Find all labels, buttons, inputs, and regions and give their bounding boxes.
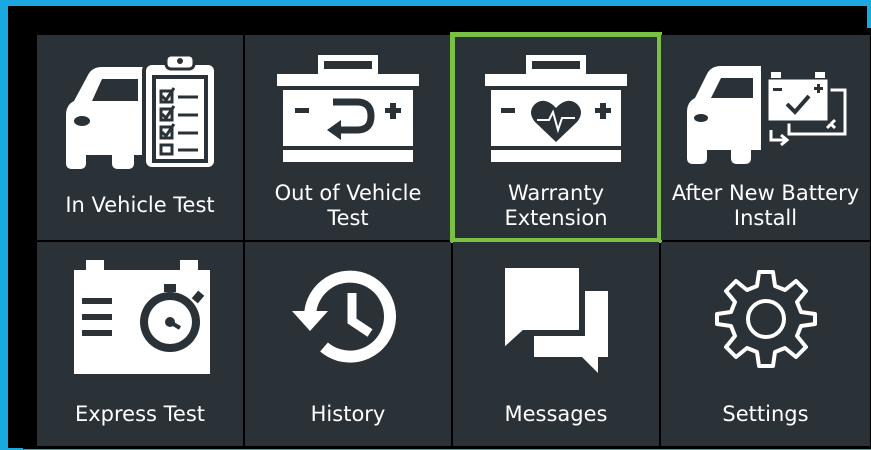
out-of-vehicle-test-button[interactable]: Out of Vehicle Test bbox=[245, 35, 451, 240]
history-button[interactable]: History bbox=[245, 242, 451, 446]
device-frame: In Vehicle Test Out of Vehicle Test Warr… bbox=[0, 0, 871, 450]
after-new-battery-install-button[interactable]: After New Battery Install bbox=[661, 35, 870, 240]
tile-label: Warranty Extension bbox=[504, 181, 608, 230]
in-vehicle-test-button[interactable]: In Vehicle Test bbox=[37, 35, 243, 240]
battery-heart-icon bbox=[453, 35, 659, 185]
gear-icon bbox=[661, 242, 870, 392]
messages-icon bbox=[453, 242, 659, 392]
car-battery-swap-icon bbox=[661, 35, 870, 185]
settings-button[interactable]: Settings bbox=[661, 242, 870, 446]
tile-label: Out of Vehicle Test bbox=[274, 181, 422, 230]
battery-return-icon bbox=[245, 35, 451, 185]
tile-label: Messages bbox=[504, 402, 608, 426]
screen: In Vehicle Test Out of Vehicle Test Warr… bbox=[23, 28, 871, 449]
car-clipboard-icon bbox=[37, 35, 243, 185]
history-icon bbox=[245, 242, 451, 392]
tile-label: Express Test bbox=[74, 402, 206, 426]
tile-label: In Vehicle Test bbox=[65, 193, 215, 217]
warranty-extension-button[interactable]: Warranty Extension bbox=[450, 32, 662, 243]
tile-label: Settings bbox=[722, 402, 809, 426]
messages-button[interactable]: Messages bbox=[453, 242, 659, 446]
battery-stopwatch-icon bbox=[37, 242, 243, 392]
tile-label: After New Battery Install bbox=[671, 181, 860, 230]
express-test-button[interactable]: Express Test bbox=[37, 242, 243, 446]
menu-grid: In Vehicle Test Out of Vehicle Test Warr… bbox=[37, 32, 870, 446]
tile-label: History bbox=[310, 402, 386, 426]
